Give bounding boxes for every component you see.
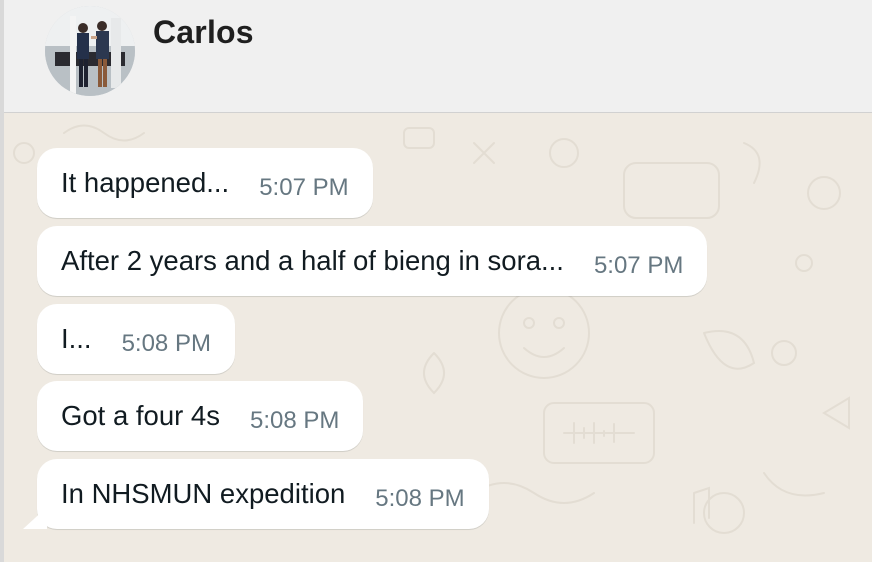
chat-area[interactable]: It happened... 5:07 PM After 2 years and… [4,113,872,562]
message-timestamp: 5:08 PM [121,330,211,357]
message-text: In NHSMUN expedition [61,478,346,509]
message-timestamp: 5:07 PM [593,252,684,279]
chat-header[interactable]: Carlos [4,0,872,113]
message-bubble[interactable]: In NHSMUN expedition 5:08 PM [23,459,489,529]
message-text: After 2 years and a half of bieng in sor… [61,245,564,276]
message-text: I... [61,323,92,354]
contact-name[interactable]: Carlos [153,14,254,51]
message-bubble[interactable]: It happened... 5:07 PM [37,148,373,218]
message-bubble[interactable]: Got a four 4s 5:08 PM [37,381,364,451]
message-timestamp: 5:08 PM [375,485,465,512]
window-edge [0,0,4,562]
message-bubble[interactable]: After 2 years and a half of bieng in sor… [37,226,708,296]
message-timestamp: 5:08 PM [249,407,340,434]
message-timestamp: 5:07 PM [259,174,349,201]
contact-avatar[interactable] [45,6,135,96]
message-text: It happened... [61,167,230,198]
message-text: Got a four 4s [61,400,220,431]
message-bubble[interactable]: I... 5:08 PM [37,304,235,374]
